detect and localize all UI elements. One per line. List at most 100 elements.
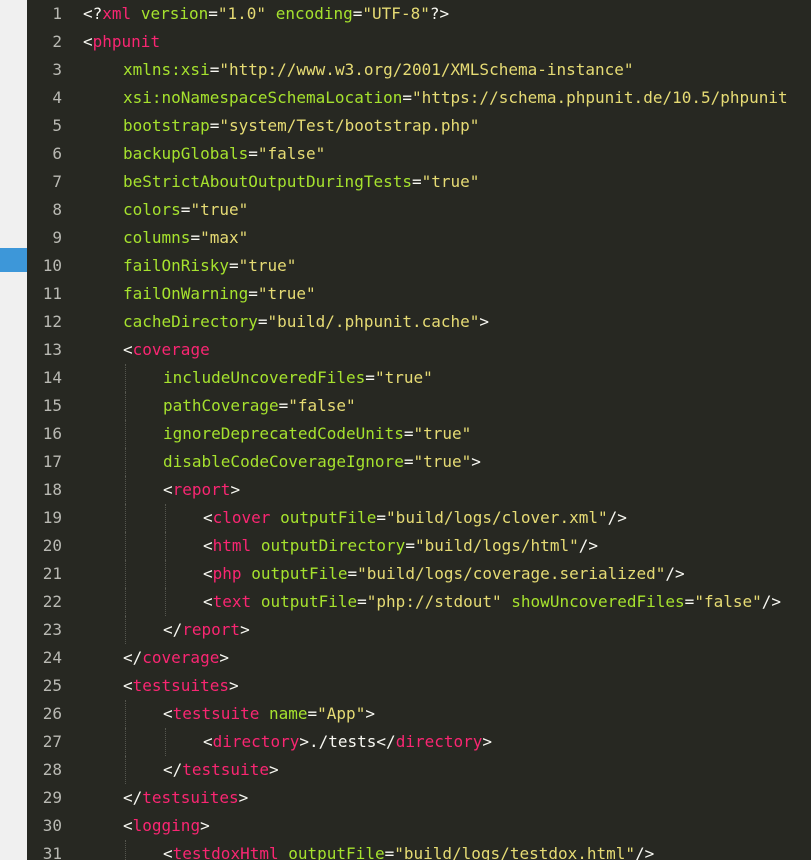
code-text: <text outputFile="php://stdout" showUnco… [203, 588, 781, 616]
indent-guide [125, 840, 126, 860]
code-line[interactable]: 20 <html outputDirectory="build/logs/html… [27, 532, 811, 560]
code-line[interactable]: 1 <?xml version="1.0" encoding="UTF-8"?> [27, 0, 811, 28]
code-line[interactable]: 12 cacheDirectory="build/.phpunit.cache"> [27, 308, 811, 336]
xml-attribute-value: "build/logs/testdox.html" [394, 844, 636, 860]
code-line[interactable]: 5 bootstrap="system/Test/bootstrap.php" [27, 112, 811, 140]
code-line[interactable]: 28 </testsuite> [27, 756, 811, 784]
xml-attribute-value: "true" [374, 368, 433, 387]
code-line[interactable]: 10 failOnRisky="true" [27, 252, 811, 280]
xml-tag-name: testsuite [182, 760, 269, 779]
xml-tag-name: directory [395, 732, 483, 751]
xml-punctuation: = [180, 200, 191, 219]
code-line[interactable]: 30 <logging> [27, 812, 811, 840]
xml-tag-name: php [212, 564, 242, 583]
code-line[interactable]: 17 disableCodeCoverageIgnore="true"> [27, 448, 811, 476]
xml-attribute-value: "true" [413, 452, 472, 471]
xml-tag-name: html [212, 536, 252, 555]
code-line[interactable]: 18 <report> [27, 476, 811, 504]
xml-text [266, 4, 276, 23]
xml-attribute-value: "max" [200, 228, 249, 247]
line-number: 28 [42, 760, 62, 779]
xml-tag-name: coverage [142, 648, 220, 667]
code-line[interactable]: 31 <testdoxHtml outputFile="build/logs/te… [27, 840, 811, 860]
xml-tag-name: logging [132, 816, 201, 835]
code-line[interactable]: 22 <text outputFile="php://stdout" showUn… [27, 588, 811, 616]
line-number: 9 [52, 228, 62, 247]
indent-guide [125, 588, 126, 616]
xml-tag-name: testdoxHtml [172, 844, 279, 860]
code-line[interactable]: 4 xsi:noNamespaceSchemaLocation="https://… [27, 84, 811, 112]
xml-punctuation: = [190, 228, 201, 247]
code-line[interactable]: 19 <clover outputFile="build/logs/clover.… [27, 504, 811, 532]
xml-attribute-value: "UTF-8" [362, 4, 430, 23]
xml-tag-name: report [172, 480, 231, 499]
code-line[interactable]: 27 <directory>./tests</directory> [27, 728, 811, 756]
code-line[interactable]: 23 </report> [27, 616, 811, 644]
xml-punctuation: < [163, 844, 173, 860]
indent-guide [125, 392, 126, 420]
xml-punctuation: /> [761, 592, 782, 611]
xml-punctuation: = [208, 4, 218, 23]
xml-punctuation: ?> [429, 4, 450, 23]
code-line[interactable]: 6 backupGlobals="false" [27, 140, 811, 168]
xml-punctuation: = [411, 172, 422, 191]
code-line[interactable]: 16 ignoreDeprecatedCodeUnits="true" [27, 420, 811, 448]
xml-attribute-value: "true" [421, 172, 480, 191]
code-line[interactable]: 14 includeUncoveredFiles="true" [27, 364, 811, 392]
code-line[interactable]: 9 columns="max" [27, 224, 811, 252]
xml-attribute-name: failOnRisky [123, 256, 229, 275]
xml-tag-name: directory [212, 732, 300, 751]
xml-punctuation: = [684, 592, 695, 611]
code-line[interactable]: 15 pathCoverage="false" [27, 392, 811, 420]
xml-attribute-value: "https://schema.phpunit.de/10.5/phpunit [412, 88, 788, 107]
xml-attribute-name: ignoreDeprecatedCodeUnits [163, 424, 404, 443]
xml-punctuation: = [402, 88, 412, 107]
code-line[interactable]: 13 <coverage [27, 336, 811, 364]
code-text: <coverage [123, 336, 210, 364]
xml-attribute-name: version [140, 4, 209, 23]
xml-text [242, 564, 252, 583]
indent-guide [125, 756, 126, 784]
xml-attribute-value: "true" [190, 200, 249, 219]
code-text: disableCodeCoverageIgnore="true"> [163, 448, 481, 476]
line-number: 19 [42, 508, 62, 527]
xml-punctuation: < [203, 592, 213, 611]
line-number: 26 [42, 704, 62, 723]
line-number: 2 [52, 32, 62, 51]
code-text: failOnWarning="true" [123, 280, 316, 308]
code-line[interactable]: 21 <php outputFile="build/logs/coverage.s… [27, 560, 811, 588]
xml-attribute-name: bootstrap [123, 116, 210, 135]
xml-attribute-value: "false" [694, 592, 762, 611]
code-text: colors="true" [123, 196, 248, 224]
code-line[interactable]: 24 </coverage> [27, 644, 811, 672]
code-line[interactable]: 8 colors="true" [27, 196, 811, 224]
xml-attribute-name: encoding [275, 4, 353, 23]
xml-attribute-name: disableCodeCoverageIgnore [163, 452, 404, 471]
xml-punctuation: = [384, 844, 395, 860]
xml-text: ./tests [308, 732, 377, 751]
xml-punctuation: > [240, 620, 250, 639]
xml-text [270, 508, 280, 527]
code-text: </report> [163, 616, 250, 644]
line-number: 31 [42, 844, 62, 860]
xml-attribute-name: outputFile [260, 592, 358, 611]
code-line[interactable]: 26 <testsuite name="App"> [27, 700, 811, 728]
code-line[interactable]: 29 </testsuites> [27, 784, 811, 812]
line-number: 3 [52, 60, 62, 79]
line-number: 16 [42, 424, 62, 443]
code-line[interactable]: 3 xmlns:xsi="http://www.w3.org/2001/XMLSc… [27, 56, 811, 84]
xml-punctuation: </ [123, 788, 143, 807]
code-line[interactable]: 7 beStrictAboutOutputDuringTests="true" [27, 168, 811, 196]
indent-guide [125, 532, 126, 560]
code-line[interactable]: 25 <testsuites> [27, 672, 811, 700]
xml-attribute-name: columns [123, 228, 191, 247]
xml-text [502, 592, 512, 611]
xml-text [131, 4, 141, 23]
code-line[interactable]: 2 <phpunit [27, 28, 811, 56]
indent-guide [165, 504, 166, 532]
xml-punctuation: > [228, 676, 239, 695]
code-text: <?xml version="1.0" encoding="UTF-8"?> [83, 0, 449, 28]
code-line[interactable]: 11 failOnWarning="true" [27, 280, 811, 308]
code-editor[interactable]: 1 <?xml version="1.0" encoding="UTF-8"?> 2… [27, 0, 811, 860]
xml-attribute-value: "build/logs/clover.xml" [386, 508, 608, 527]
